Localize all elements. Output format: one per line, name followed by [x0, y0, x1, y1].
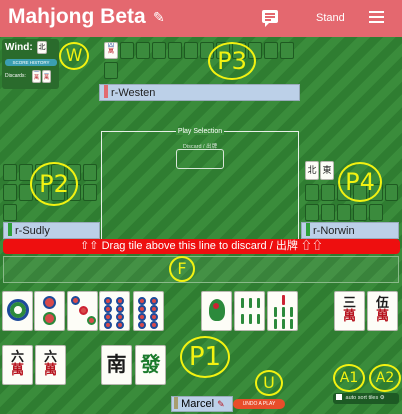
chat-icon[interactable]	[262, 10, 278, 27]
play-selection-area[interactable]: Play Selection Discard / 出牌	[101, 128, 299, 240]
hand-tile-6-character[interactable]: 六萬	[2, 345, 33, 385]
p3-exposed-tile: 四萬	[104, 42, 118, 59]
paintbrush-icon[interactable]: ✎	[153, 9, 165, 26]
wind-label: Wind:	[5, 42, 33, 53]
hand-tile-green-dragon[interactable]: 發	[135, 345, 166, 385]
label-p3: P3	[208, 42, 256, 80]
wind-tile: 北	[37, 41, 47, 54]
label-u: U	[255, 370, 283, 396]
hand-drop-zone[interactable]	[3, 256, 399, 283]
label-w: W	[59, 42, 89, 70]
score-history-button[interactable]: SCORE HISTORY	[5, 59, 57, 66]
hand-tile-1-dot[interactable]	[2, 291, 33, 331]
discard-tile: 一萬	[32, 70, 41, 83]
hand-tile-7-bamboo[interactable]	[267, 291, 298, 331]
p4-name-bar: r-Norwin	[301, 222, 399, 239]
auto-sort-toggle[interactable]: auto sort tiles ⚙	[333, 393, 399, 404]
p2-name: r-Sudly	[15, 225, 50, 237]
app-header: Mahjong Beta ✎ Stand	[0, 0, 402, 37]
play-selection-title: Play Selection	[175, 128, 225, 135]
p4-exposed-tile: 北	[305, 161, 319, 180]
label-p4: P4	[338, 162, 382, 202]
you-name-bar: Marcel ✎	[171, 396, 233, 412]
p4-name: r-Norwin	[313, 225, 355, 237]
discards-label: Discards:	[5, 73, 26, 79]
discard-drop-box[interactable]	[176, 149, 224, 169]
you-name: Marcel	[181, 398, 215, 410]
checkbox-icon[interactable]	[336, 394, 342, 400]
label-a2: A2	[369, 364, 401, 392]
hand-tile-8-dot[interactable]	[133, 291, 164, 331]
label-p2: P2	[30, 162, 78, 206]
undo-play-button[interactable]: UNDO A PLAY	[233, 399, 285, 409]
hand-tile-south-wind[interactable]: 南	[101, 345, 132, 385]
stand-button[interactable]: Stand	[316, 12, 345, 24]
hand-tile-5-character[interactable]: 伍萬	[367, 291, 398, 331]
discard-drag-line: ⇧⇧ Drag tile above this line to discard …	[3, 239, 400, 254]
p4-exposed-tile: 東	[320, 161, 334, 180]
hand-tile-3-dot[interactable]	[67, 291, 98, 331]
auto-sort-label: auto sort tiles	[345, 395, 379, 401]
brush-small-icon: ✎	[217, 399, 225, 409]
wind-panel: Wind: 北 SCORE HISTORY Discards: 一萬 二萬	[2, 39, 59, 89]
label-f: F	[169, 256, 195, 282]
hamburger-menu-icon[interactable]	[369, 11, 384, 23]
p2-name-bar: r-Sudly	[3, 222, 100, 239]
discard-tile: 二萬	[42, 70, 51, 83]
p3-name-bar: r-Westen	[99, 84, 300, 101]
hand-tile-1-bamboo[interactable]	[201, 291, 232, 331]
app-title: Mahjong Beta	[8, 5, 146, 28]
label-a1: A1	[333, 364, 365, 392]
p3-name: r-Westen	[111, 87, 156, 99]
hand-tile-6-character[interactable]: 六萬	[35, 345, 66, 385]
label-p1: P1	[180, 336, 230, 378]
hand-tile-2-dot[interactable]	[34, 291, 65, 331]
hand-tile-6-bamboo[interactable]	[234, 291, 265, 331]
hand-tile-8-dot[interactable]	[99, 291, 130, 331]
gear-icon[interactable]: ⚙	[380, 395, 385, 401]
hand-tile-3-character[interactable]: 三萬	[334, 291, 365, 331]
